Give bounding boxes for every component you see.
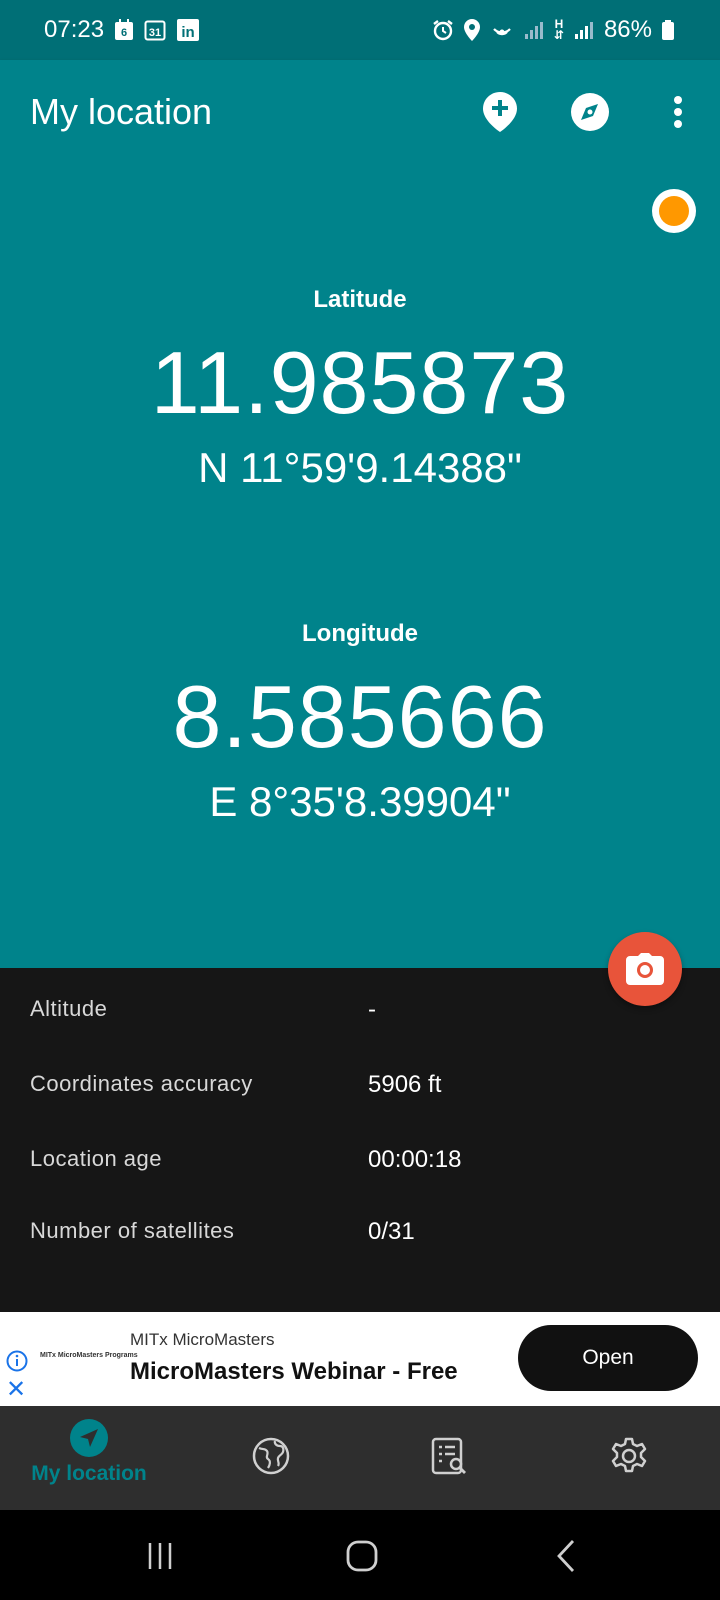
longitude-label: Longitude: [302, 620, 418, 647]
globe-icon: [252, 1437, 290, 1475]
status-bar: 07:23 6 31 in H ⇵ 86%: [0, 0, 720, 60]
ad-brand: MITx MicroMasters: [130, 1330, 275, 1349]
ad-close-icon[interactable]: ✕: [6, 1378, 26, 1402]
calendar-notification-icon: 6: [114, 19, 134, 41]
recent-apps-icon: [148, 1543, 172, 1569]
battery-percent: 86%: [603, 16, 652, 43]
detail-row-accuracy: Coordinates accuracy 5906 ft: [30, 1071, 690, 1099]
status-time: 07:23: [44, 16, 105, 43]
compass-icon: [571, 93, 609, 131]
ad-info-icon[interactable]: [6, 1350, 28, 1377]
more-vert-icon: [674, 96, 682, 128]
network-type-icon: H ⇵: [553, 18, 564, 42]
status-bar-left: 07:23 6 31 in: [44, 16, 200, 44]
back-icon: [557, 1540, 575, 1572]
linkedin-icon: in: [176, 18, 200, 42]
nav-item-label: My location: [31, 1462, 147, 1485]
add-location-icon: [483, 92, 517, 132]
gps-status-dot: [659, 196, 689, 226]
battery-icon: [662, 20, 674, 40]
calendar-date-icon: 31: [144, 19, 166, 41]
system-navigation-bar: [0, 1510, 720, 1600]
data-arrows-icon: ⇵: [553, 28, 564, 42]
detail-label: Location age: [30, 1146, 162, 1171]
detail-row-altitude: Altitude -: [30, 996, 690, 1024]
latitude-dms[interactable]: N 11°59'9.14388": [0, 444, 720, 492]
detail-label: Altitude: [30, 996, 108, 1021]
linkedin-badge-text: in: [181, 24, 194, 41]
list-search-icon: [431, 1437, 466, 1475]
compass-button[interactable]: [560, 82, 620, 142]
coordinates-panel: Latitude 11.985873 N 11°59'9.14388" Long…: [0, 164, 720, 968]
ad-banner[interactable]: ✕ MITx MicroMasters Programs MITx MicroM…: [0, 1312, 720, 1406]
camera-fab-button[interactable]: [608, 932, 682, 1006]
nav-item-settings[interactable]: [594, 1406, 664, 1510]
app-bar-title: My location: [30, 91, 213, 132]
status-bar-right: H ⇵ 86%: [432, 16, 674, 44]
detail-row-location-age: Location age 00:00:18: [30, 1146, 690, 1174]
location-details: Altitude - Coordinates accuracy 5906 ft …: [0, 968, 720, 1312]
latitude-decimal[interactable]: 11.985873: [0, 332, 720, 434]
detail-label: Number of satellites: [30, 1218, 235, 1243]
nav-item-map[interactable]: [236, 1406, 306, 1510]
camera-icon: [626, 953, 664, 985]
detail-value: 5906 ft: [368, 1071, 442, 1098]
home-icon: [346, 1540, 378, 1572]
more-options-button[interactable]: [648, 82, 708, 142]
settings-gear-icon: [611, 1437, 647, 1473]
hotspot-icon: [490, 19, 514, 41]
latitude-label: Latitude: [313, 286, 407, 313]
detail-label: Coordinates accuracy: [30, 1071, 253, 1096]
detail-value: -: [368, 996, 376, 1023]
recent-apps-button[interactable]: [140, 1536, 180, 1576]
signal-2-icon: [574, 20, 594, 40]
detail-row-satellites: Number of satellites 0/31: [30, 1218, 690, 1246]
add-location-button[interactable]: [470, 82, 530, 142]
ad-logo: MITx MicroMasters Programs: [40, 1352, 138, 1359]
navigation-arrow-icon: [70, 1419, 108, 1457]
longitude-dms[interactable]: E 8°35'8.39904": [0, 778, 720, 826]
alarm-icon: [432, 19, 454, 41]
detail-value: 0/31: [368, 1218, 415, 1245]
home-button[interactable]: [340, 1534, 384, 1578]
app-bar: My location: [0, 60, 720, 164]
gps-status-indicator[interactable]: [652, 189, 696, 233]
nav-item-my-location[interactable]: My location: [24, 1406, 154, 1510]
ad-headline[interactable]: MicroMasters Webinar - Free: [130, 1358, 458, 1386]
bottom-navigation: My location: [0, 1406, 720, 1510]
date-badge-text: 31: [149, 27, 161, 39]
longitude-decimal[interactable]: 8.585666: [0, 666, 720, 768]
calendar-badge-text: 6: [121, 27, 127, 39]
detail-value: 00:00:18: [368, 1146, 462, 1173]
signal-1-icon: [524, 20, 544, 40]
nav-item-saved-locations[interactable]: [414, 1406, 484, 1510]
location-pin-icon: [463, 19, 480, 41]
back-button[interactable]: [546, 1536, 586, 1576]
ad-open-button[interactable]: Open: [518, 1325, 698, 1391]
